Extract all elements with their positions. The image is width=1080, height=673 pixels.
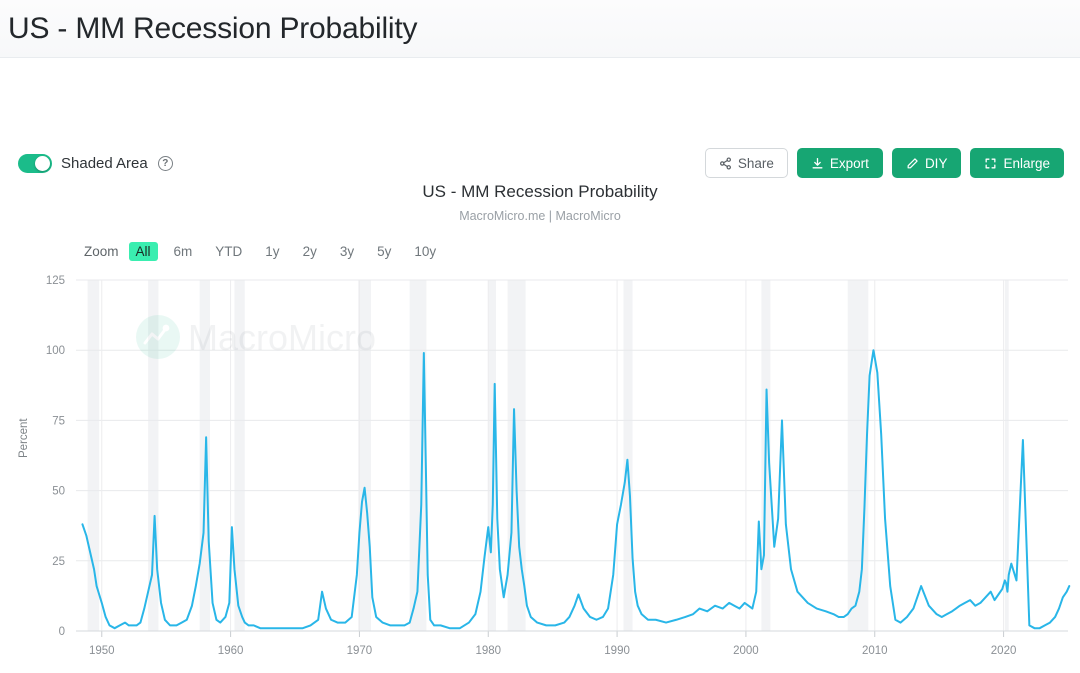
y-axis-title: Percent (18, 418, 30, 458)
recession-band (847, 280, 869, 631)
x-tick-label: 2010 (862, 645, 888, 657)
page-header: US - MM Recession Probability (0, 0, 1080, 58)
macromicro-watermark: MacroMicro (136, 315, 376, 359)
y-tick-label: 100 (46, 345, 65, 357)
y-tick-label: 50 (52, 486, 65, 498)
chart-card: Shaded Area ? Share Export DIY Enlarge U… (0, 58, 1080, 673)
plot-area[interactable]: Percent 0 25 50 75 100 125 1950 1960 1970 1980 199… (0, 58, 1080, 673)
x-tick-label: 1970 (347, 645, 373, 657)
recession-band (623, 280, 633, 631)
y-tick-label: 75 (52, 415, 65, 427)
x-tick-label: 1960 (218, 645, 244, 657)
recession-band (87, 280, 100, 631)
page-title: US - MM Recession Probability (8, 11, 418, 45)
y-tick-label: 25 (52, 556, 65, 568)
recession-band (488, 280, 496, 631)
svg-text:MacroMicro: MacroMicro (188, 317, 376, 358)
x-tick-label: 2020 (991, 645, 1017, 657)
x-tick-label: 1990 (604, 645, 630, 657)
y-tick-label: 0 (59, 626, 65, 638)
x-tick-label: 2000 (733, 645, 759, 657)
x-tick-label: 1980 (475, 645, 501, 657)
line-chart-svg[interactable]: 0 25 50 75 100 125 1950 1960 1970 1980 1990 2000 201… (0, 58, 1080, 673)
x-tick-label: 1950 (89, 645, 115, 657)
y-tick-label: 125 (46, 275, 65, 287)
